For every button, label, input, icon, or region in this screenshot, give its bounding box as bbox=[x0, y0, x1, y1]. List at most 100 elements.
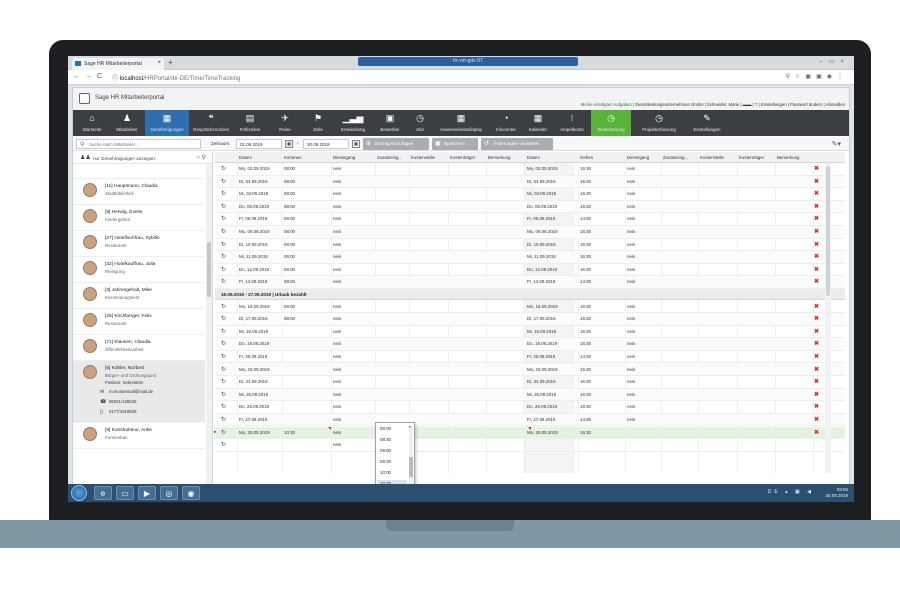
refresh-icon[interactable]: ↻ bbox=[221, 266, 226, 273]
kommen-cell[interactable]: 08:00 bbox=[284, 229, 295, 234]
back-icon[interactable]: ← bbox=[73, 73, 80, 80]
table-row[interactable]: ↻ Di, 03.09.2019 08:00 nein Di, 03.09.2019 16… bbox=[215, 175, 845, 189]
table-row[interactable]: ↻ Mo, 16.09.2019 08:00 nein Mo, 16.09.2019 16… bbox=[215, 301, 845, 314]
new-tab-button[interactable]: + bbox=[168, 58, 173, 67]
toolbar-project-button[interactable]: ◷ Projekterfassung bbox=[632, 110, 686, 136]
table-row[interactable]: ↻ Mi, 11.09.2019 09:00 nein Mi, 11.09.2019 16… bbox=[215, 251, 845, 264]
refresh-icon[interactable]: ↻ bbox=[221, 403, 226, 410]
kommen-cell[interactable]: 08:00 bbox=[284, 267, 295, 272]
table-row[interactable]: ↻ Mo, 23.09.2019 nein Mo, 23.09.2019 16:30 ne… bbox=[215, 363, 845, 377]
refresh-icon[interactable]: ↻ bbox=[221, 228, 226, 235]
employee-list-item[interactable]: [27] Hotelfachfrau, Sybille Restaurant bbox=[73, 231, 205, 257]
start-button[interactable] bbox=[71, 485, 87, 501]
table-row[interactable]: ↻ Do, 12.09.2019 08:00 nein Do, 12.09.2019 16… bbox=[215, 264, 845, 277]
refresh-icon[interactable]: ↻ bbox=[221, 441, 226, 448]
column-header[interactable]: Kostenstelle bbox=[411, 155, 435, 160]
forward-icon[interactable]: → bbox=[85, 73, 92, 80]
folder-icon[interactable]: ▭ bbox=[116, 486, 134, 500]
gehen-cell[interactable]: 14:30 bbox=[580, 417, 591, 422]
toolbar-grid-button[interactable]: ▦ Anwesenheitsdisplay bbox=[433, 110, 489, 136]
delete-icon[interactable]: ✖ bbox=[814, 228, 819, 235]
search-input[interactable]: ⚲ Suche nach Mitarbeiter ... bbox=[76, 139, 201, 149]
table-row[interactable]: ↻ nein bbox=[215, 439, 845, 452]
delete-icon[interactable]: ✖ bbox=[814, 190, 819, 197]
help-icon[interactable]: ? bbox=[755, 102, 757, 107]
table-scroll-thumb[interactable] bbox=[826, 166, 830, 296]
table-row[interactable]: ↻ Fr, 27.09.2019 nein Fr, 27.09.2019 14:30 ne… bbox=[215, 413, 845, 427]
kommen-cell[interactable]: 08:00 bbox=[284, 204, 295, 209]
browser-tab[interactable]: Sage HR Mitarbeiterportal × bbox=[72, 58, 164, 70]
kommen-cell[interactable]: 08:00 bbox=[284, 216, 295, 221]
chrome-icon[interactable]: ◎ bbox=[160, 486, 178, 500]
delete-icon[interactable]: ✖ bbox=[814, 366, 819, 373]
employee-list-item[interactable]: [9] Herwig, Evelin Kindergarten bbox=[73, 205, 205, 231]
ie-icon[interactable]: e bbox=[94, 486, 112, 500]
kommen-cell[interactable]: 08:00 bbox=[284, 191, 295, 196]
delete-icon[interactable]: ✖ bbox=[814, 378, 819, 385]
delete-icon[interactable]: ✖ bbox=[814, 215, 819, 222]
delete-icon[interactable]: ✖ bbox=[814, 315, 819, 322]
kommen-cell[interactable]: 10:30 bbox=[284, 430, 295, 435]
sidebar-scrollbar[interactable] bbox=[206, 165, 212, 486]
toolbar-time-tracking-button[interactable]: ◷ Zeiterfassung bbox=[591, 110, 631, 136]
close-tab-icon[interactable]: × bbox=[157, 60, 161, 66]
table-row[interactable]: ↻ Fr, 06.09.2019 08:00 nein Fr, 06.09.2019 14… bbox=[215, 213, 845, 226]
gehen-cell[interactable]: 16:30 bbox=[580, 316, 591, 321]
employee-list-item[interactable]: [6] Köhler, Norbert Bürger- und Ordnungsa… bbox=[73, 361, 205, 423]
toolbar-chart-button[interactable]: ▁▃▅ Entwicklung bbox=[334, 110, 372, 136]
column-header[interactable]: Bemerkung bbox=[777, 155, 799, 160]
calendar-from-icon[interactable]: ▦ bbox=[285, 140, 293, 148]
column-header[interactable]: Zusatzeing... bbox=[663, 155, 688, 160]
column-header[interactable]: Dienstgang bbox=[627, 155, 649, 160]
gehen-cell[interactable]: 16:30 bbox=[580, 404, 591, 409]
refresh-icon[interactable]: ↻ bbox=[221, 241, 226, 248]
media-icon[interactable]: ▶ bbox=[138, 486, 156, 500]
discard-changes-button[interactable]: ↺ Änderungen verwerfen bbox=[481, 138, 553, 150]
delete-icon[interactable]: ✖ bbox=[814, 203, 819, 210]
delete-icon[interactable]: ✖ bbox=[814, 253, 819, 260]
delete-icon[interactable]: ✖ bbox=[814, 403, 819, 410]
chevron-down-icon[interactable]: ▾ bbox=[409, 424, 411, 429]
sidebar-scroll-thumb[interactable] bbox=[207, 242, 211, 297]
toolbar-pie-button[interactable]: ◔ Infocenter bbox=[490, 110, 522, 136]
column-header[interactable]: Datum bbox=[239, 155, 252, 160]
delete-icon[interactable]: ✖ bbox=[814, 241, 819, 248]
kommen-cell[interactable]: 08:00 bbox=[284, 316, 295, 321]
dropdown-option[interactable]: 10:00 bbox=[380, 470, 391, 475]
app-window-icon[interactable]: ◉ bbox=[182, 486, 200, 500]
column-header[interactable]: Kostenträger bbox=[739, 155, 764, 160]
employee-list-item[interactable]: [11] Hauptmann, Claudia Stadtbibliothek bbox=[73, 179, 205, 205]
gehen-cell[interactable]: 16:30 bbox=[580, 304, 591, 309]
gehen-cell[interactable]: 16:30 bbox=[580, 204, 591, 209]
delete-icon[interactable]: ✖ bbox=[814, 340, 819, 347]
toolbar-wrench-button[interactable]: ✎ Einstellungen bbox=[687, 110, 727, 136]
kommen-cell[interactable]: 08:00 bbox=[284, 304, 295, 309]
logout-link[interactable]: Abmelden bbox=[826, 102, 845, 107]
table-row[interactable]: ↻ Fr, 20.09.2019 nein Fr, 20.09.2019 14:30 ne… bbox=[215, 351, 845, 364]
add-entry-button[interactable]: ⊕ Eintrag hinzufügen bbox=[363, 138, 429, 150]
table-row[interactable]: ↻ Di, 24.09.2019 nein Di, 24.09.2019 16:30 ne… bbox=[215, 376, 845, 389]
column-header[interactable]: Kommen bbox=[284, 155, 302, 160]
table-row[interactable]: ↻ Mo, 09.09.2019 08:00 nein Mo, 09.09.2019 16… bbox=[215, 226, 845, 239]
gehen-cell[interactable]: 16:30 bbox=[580, 329, 591, 334]
kommen-cell[interactable]: 09:00 bbox=[284, 254, 295, 259]
kommen-cell[interactable]: 08:00 bbox=[284, 179, 295, 184]
dropdown-option[interactable]: 08:00 bbox=[380, 426, 391, 431]
employee-list-item[interactable]: Öffentlichkeitsarbeit bbox=[73, 165, 205, 179]
column-header[interactable]: Kostenstelle bbox=[700, 155, 724, 160]
refresh-icon[interactable]: ↻ bbox=[221, 340, 226, 347]
toolbar-flag-button[interactable]: ⚑ Ziele bbox=[303, 110, 333, 136]
gehen-cell[interactable]: 16:30 bbox=[580, 191, 591, 196]
toolbar-plane-button[interactable]: ✈ Reise bbox=[268, 110, 302, 136]
table-row[interactable]: ↻ Di, 10.09.2019 08:00 nein Di, 10.09.2019 16… bbox=[215, 239, 845, 252]
toolbar-traffic-light-button[interactable]: ⁝ Ampelkonto bbox=[554, 110, 590, 136]
gehen-cell[interactable]: 16:30 bbox=[580, 430, 591, 435]
refresh-icon[interactable]: ↻ bbox=[221, 215, 226, 222]
delete-icon[interactable]: ✖ bbox=[814, 303, 819, 310]
toolbar-time-button[interactable]: ◷ Zeit bbox=[408, 110, 432, 136]
gehen-cell[interactable]: 16:30 bbox=[580, 166, 591, 171]
column-header[interactable]: Zusatzeing... bbox=[377, 155, 402, 160]
gehen-cell[interactable]: 16:30 bbox=[580, 267, 591, 272]
gehen-cell[interactable]: 14:30 bbox=[580, 354, 591, 359]
column-header[interactable]: Bemerkung bbox=[488, 155, 510, 160]
